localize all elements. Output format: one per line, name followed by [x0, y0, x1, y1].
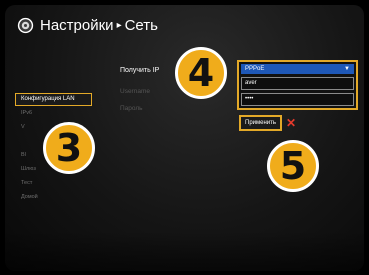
step-3-badge: 3 [43, 122, 95, 174]
header: Настройки ▸ Сеть [17, 17, 158, 34]
step-5-badge: 5 [267, 140, 319, 192]
bottom-shadow [5, 231, 364, 271]
sidebar-item-home[interactable]: Домой [5, 190, 80, 204]
page-title: Настройки [40, 17, 114, 34]
step-4-badge: 4 [175, 47, 227, 99]
apply-button[interactable]: Применить [239, 115, 283, 131]
sidebar-item-ipv6[interactable]: IPv6 [5, 106, 80, 120]
settings-screen: Настройки ▸ Сеть Конфигурация LAN IPv6 V… [5, 5, 364, 271]
gear-icon [17, 17, 34, 34]
close-icon[interactable]: ✕ [286, 117, 296, 129]
sidebar-item-lan[interactable]: Конфигурация LAN [15, 93, 92, 106]
ip-mode-value: PPPoE [245, 66, 265, 72]
password-input[interactable]: •••• [241, 93, 354, 106]
breadcrumb-arrow: ▸ [116, 20, 122, 31]
connection-fields: PPPoE ▼ aver •••• [237, 60, 358, 110]
get-ip-label: Получить IP [120, 67, 160, 74]
sidebar-item-test[interactable]: Тест [5, 176, 80, 190]
ip-mode-select[interactable]: PPPoE ▼ [241, 64, 354, 74]
username-input[interactable]: aver [241, 77, 354, 90]
action-row: Применить ✕ [239, 115, 296, 131]
username-label: Username [120, 88, 150, 95]
chevron-down-icon: ▼ [344, 66, 350, 72]
breadcrumb-section: Сеть [124, 17, 158, 34]
password-label: Пароль [120, 105, 143, 112]
